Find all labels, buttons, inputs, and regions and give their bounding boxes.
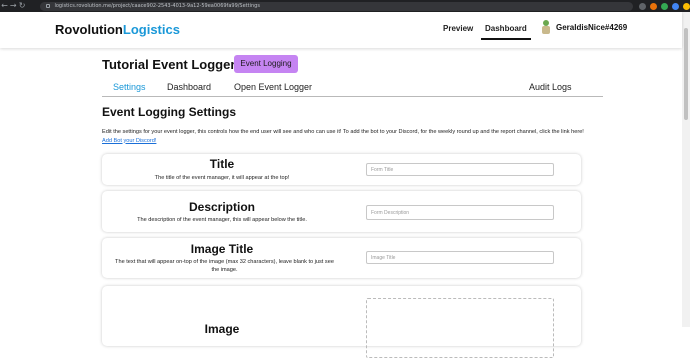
extension-icon[interactable] (672, 2, 679, 10)
nav-preview[interactable]: Preview (443, 24, 473, 33)
image-dropzone[interactable] (366, 298, 554, 358)
image-setting-card: Image (102, 286, 581, 358)
extensions (639, 2, 690, 10)
user-menu[interactable]: GeraldisNice#4269 (540, 20, 627, 34)
section-title: Event Logging Settings (102, 105, 236, 119)
form-description-input[interactable] (366, 205, 554, 220)
title-heading: Title (209, 157, 235, 171)
description-setting-card: Description The description of the event… (102, 191, 581, 232)
image-heading: Image (204, 322, 240, 336)
description-heading: Description (188, 200, 255, 214)
back-icon[interactable]: ← (0, 0, 9, 12)
tab-audit-logs[interactable]: Audit Logs (529, 82, 572, 92)
scrollbar-thumb[interactable] (684, 28, 688, 120)
form-title-input[interactable] (366, 163, 554, 176)
site-header: RovolutionLogistics Preview Dashboard Ge… (0, 12, 682, 48)
intro-text: Edit the settings for your event logger,… (102, 128, 592, 145)
share-icon[interactable] (639, 2, 646, 10)
forward-icon[interactable]: → (9, 0, 18, 12)
tab-dashboard[interactable]: Dashboard (167, 82, 211, 92)
address-bar[interactable]: logistics.rovolution.me/project/caace902… (40, 1, 633, 11)
description-help: The description of the event manager, th… (137, 217, 307, 223)
image-title-setting-card: Image Title The text that will appear on… (102, 238, 581, 278)
event-type-badge: Event Logging (234, 55, 298, 73)
add-bot-link[interactable]: Add Bot your Discord! (102, 138, 156, 144)
extension-icon[interactable] (661, 2, 668, 10)
profile-icon[interactable] (683, 2, 690, 10)
image-title-help: The text that will appear on-top of the … (115, 259, 334, 273)
intro-body: Edit the settings for your event logger,… (102, 129, 584, 135)
username: GeraldisNice#4269 (556, 22, 628, 32)
tab-settings[interactable]: Settings (113, 82, 146, 92)
lock-icon (46, 4, 51, 8)
page-scrollbar[interactable] (682, 12, 690, 327)
avatar (540, 20, 552, 34)
title-description: The title of the event manager, it will … (154, 175, 290, 181)
brand-logo[interactable]: RovolutionLogistics (55, 22, 180, 37)
title-setting-card: Title The title of the event manager, it… (102, 154, 581, 185)
browser-toolbar: ← → ↻ logistics.rovolution.me/project/ca… (0, 0, 690, 12)
tab-open-event-logger[interactable]: Open Event Logger (234, 82, 312, 92)
image-title-input[interactable] (366, 251, 554, 264)
image-title-heading: Image Title (190, 242, 254, 256)
brand-main: Rovolution (55, 22, 123, 37)
page-title: Tutorial Event Logger (102, 57, 236, 72)
address-text: logistics.rovolution.me/project/caace902… (54, 3, 260, 9)
extension-icon[interactable] (650, 2, 657, 10)
nav-dashboard[interactable]: Dashboard (481, 24, 531, 40)
reload-icon[interactable]: ↻ (18, 0, 27, 12)
project-tabs: Settings Dashboard Open Event Logger Aud… (102, 78, 603, 97)
brand-accent: Logistics (122, 22, 180, 37)
